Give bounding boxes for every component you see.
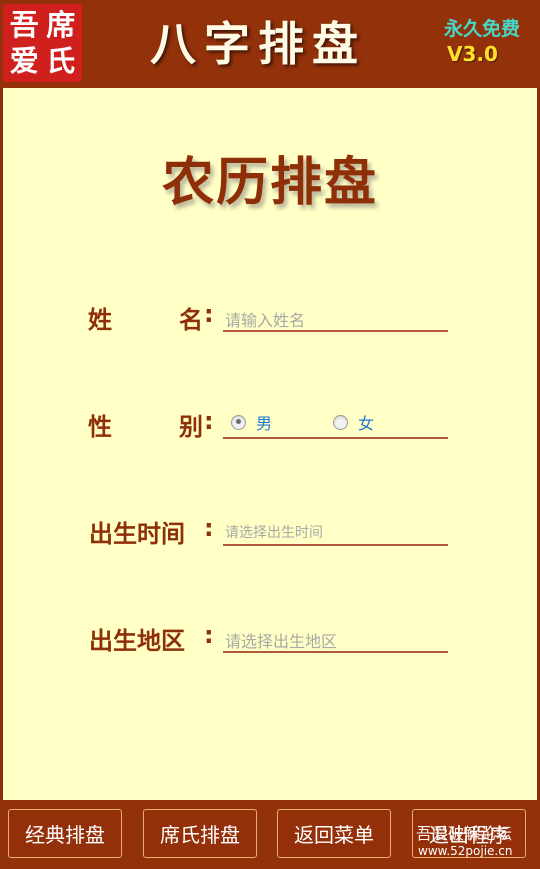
colon: : [204, 300, 214, 328]
gender-option-label: 女 [358, 414, 375, 433]
seal-logo: 吾 席 爱 氏 [3, 4, 82, 82]
app-title: 八字排盘 [150, 17, 366, 71]
birth-region-label: 出生地区 [89, 627, 185, 655]
back-to-menu-button[interactable]: 返回菜单 [277, 809, 391, 858]
birth-region-placeholder: 请选择出生地区 [225, 632, 338, 651]
birth-region-row: 出生地区 : 请选择出生地区 [3, 617, 537, 657]
watermark-text: 吾爱破解论坛 [416, 824, 513, 843]
radio-unchecked-icon [333, 414, 348, 430]
birth-region-input[interactable]: 请选择出生地区 [223, 621, 448, 653]
seal-char: 爱 [9, 43, 39, 78]
gender-option-male[interactable]: 男 [231, 409, 272, 435]
birth-time-label: 出生时间 [89, 520, 185, 548]
name-label-char: 姓 [88, 306, 112, 334]
name-row: 姓 名 : 请输入姓名 [3, 296, 537, 336]
seal-char: 吾 [9, 7, 39, 42]
colon: : [204, 514, 214, 542]
gender-option-female[interactable]: 女 [333, 409, 374, 435]
colon: : [204, 407, 214, 435]
gender-label-char: 性 [88, 413, 112, 441]
bottom-toolbar: 经典排盘 席氏排盘 返回菜单 退出程序 吾爱破解论坛 www.52pojie.c… [0, 800, 540, 869]
radio-checked-icon [231, 414, 246, 430]
classic-chart-button[interactable]: 经典排盘 [8, 809, 122, 858]
name-placeholder: 请输入姓名 [225, 311, 306, 330]
xi-chart-button[interactable]: 席氏排盘 [143, 809, 257, 858]
gender-option-label: 男 [256, 414, 273, 433]
colon: : [204, 621, 214, 649]
app-header: 吾 席 爱 氏 八字排盘 永久免费 V3.0 [0, 0, 540, 88]
birth-time-placeholder: 请选择出生时间 [225, 525, 323, 541]
gender-row: 性 别 : 男 女 [3, 403, 537, 443]
gender-label-char: 别 [179, 413, 203, 441]
watermark-url: www.52pojie.cn [418, 844, 513, 858]
name-input[interactable]: 请输入姓名 [223, 300, 448, 332]
gender-label: 性 别 [88, 407, 203, 442]
main-panel: 农历排盘 姓 名 : 请输入姓名 性 别 : 男 女 出生时间: 请选择出生时… [3, 88, 537, 800]
name-label: 姓 名 [88, 300, 203, 335]
gender-field: 男 女 [223, 407, 448, 439]
page-title: 农历排盘 [161, 152, 378, 213]
free-label: 永久免费 [444, 18, 521, 40]
birth-time-input[interactable]: 请选择出生时间 [223, 514, 448, 546]
name-label-char: 名 [179, 306, 203, 334]
seal-char: 氏 [46, 43, 76, 78]
version-label: V3.0 [447, 42, 498, 66]
seal-char: 席 [46, 7, 76, 42]
birth-time-row: 出生时间 : 请选择出生时间 [3, 510, 537, 550]
